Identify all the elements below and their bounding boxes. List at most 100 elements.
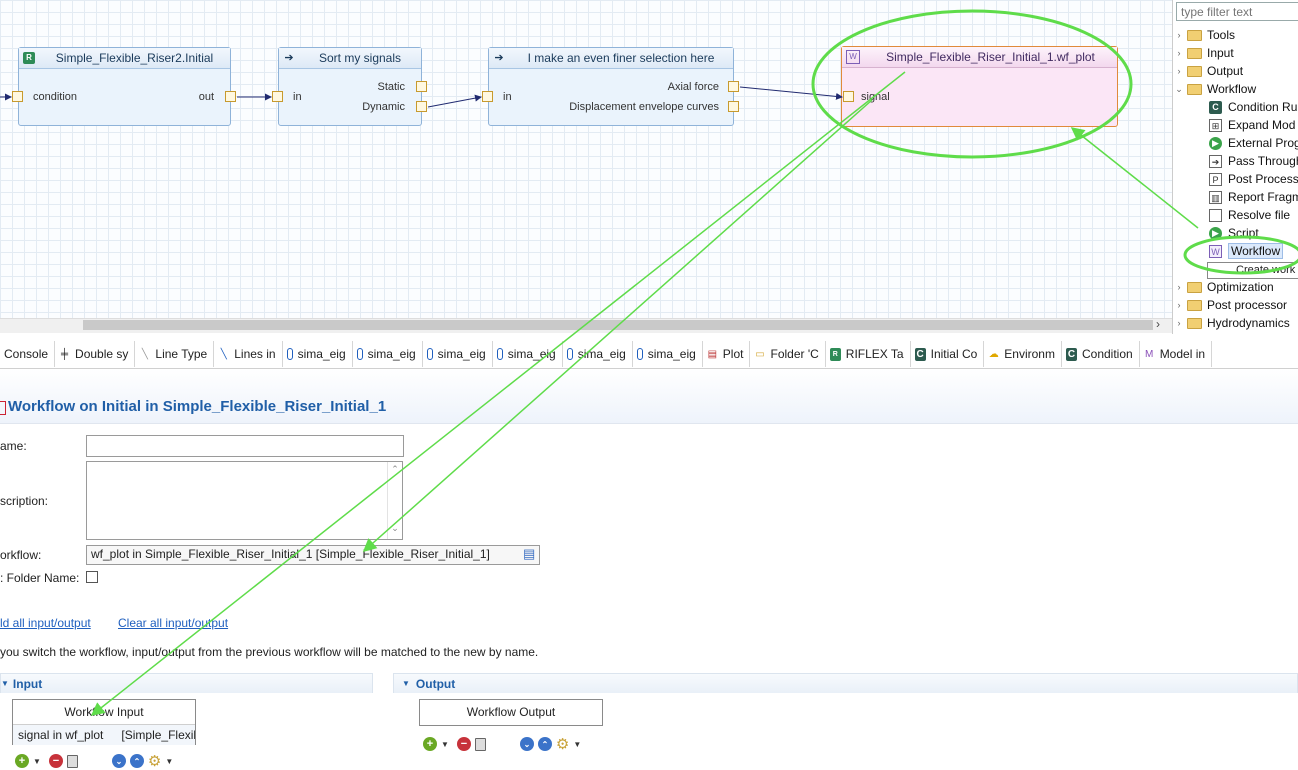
- chevron-right-icon[interactable]: ›: [1173, 300, 1185, 310]
- tab-environment[interactable]: ☁ Environm: [984, 341, 1062, 367]
- move-up-icon[interactable]: ⌃: [129, 754, 144, 768]
- tab-sima-eig-6[interactable]: sima_eig: [633, 341, 703, 367]
- chevron-down-icon[interactable]: ▼: [573, 740, 581, 749]
- chevron-right-icon[interactable]: ›: [1173, 30, 1185, 40]
- line-icon: ╲: [220, 348, 227, 360]
- folder-icon: [1187, 317, 1202, 329]
- description-scrollbar[interactable]: ⌃ ⌄: [387, 462, 402, 539]
- name-label: ame:: [0, 439, 27, 453]
- browse-workflow-icon[interactable]: ▤: [523, 546, 535, 562]
- chevron-down-icon[interactable]: ▼: [1, 679, 9, 688]
- tree-item-output[interactable]: › Output: [1173, 62, 1244, 80]
- tree-item-input[interactable]: › Input: [1173, 44, 1234, 62]
- tab-double-sy[interactable]: ╪ Double sy: [55, 341, 136, 367]
- add-all-io-link[interactable]: ld all input/output: [0, 616, 91, 630]
- delete-icon[interactable]: [474, 737, 486, 751]
- tab-condition[interactable]: C Condition: [1062, 341, 1140, 367]
- gear-icon[interactable]: ⚙: [556, 735, 569, 753]
- tab-sima-eig-5[interactable]: sima_eig: [563, 341, 633, 367]
- description-field[interactable]: [86, 461, 403, 540]
- tab-model-info[interactable]: M Model in: [1140, 341, 1213, 367]
- tree-item-expand[interactable]: ⊞ Expand Mod: [1209, 116, 1295, 134]
- condition-icon: C: [1065, 347, 1077, 361]
- add-icon[interactable]: +: [15, 754, 29, 768]
- move-up-icon[interactable]: ⌃: [537, 737, 552, 751]
- folder-name-checkbox[interactable]: [86, 571, 98, 583]
- tab-plot[interactable]: ▤ Plot: [703, 341, 751, 367]
- scroll-right-arrow-icon[interactable]: ›: [1156, 317, 1160, 331]
- tab-line-type[interactable]: ╲ Line Type: [135, 341, 215, 367]
- tab-sima-eig-1[interactable]: sima_eig: [283, 341, 353, 367]
- weather-icon: ☁: [988, 348, 999, 360]
- tree-item-post-processor-folder[interactable]: › Post processor: [1173, 296, 1288, 314]
- tree-item-tools[interactable]: › Tools: [1173, 26, 1236, 44]
- tab-folder[interactable]: ▭ Folder 'C: [750, 341, 826, 367]
- file-icon: [1209, 208, 1222, 222]
- input-toolbar: + ▼ − ⌄ ⌃ ⚙ ▼: [15, 752, 177, 770]
- gear-icon[interactable]: ⚙: [148, 752, 161, 770]
- move-down-icon[interactable]: ⌄: [519, 737, 534, 751]
- tree-item-hydrodynamics[interactable]: › Hydrodynamics: [1173, 314, 1290, 332]
- tab-sima-eig-4[interactable]: sima_eig: [493, 341, 563, 367]
- scrollbar-thumb[interactable]: [83, 320, 1153, 330]
- delete-icon[interactable]: [66, 754, 78, 768]
- tree-item-report-fragment[interactable]: ▥ Report Fragm: [1209, 188, 1298, 206]
- chevron-right-icon[interactable]: ›: [1173, 318, 1185, 328]
- info-text: you switch the workflow, input/output fr…: [0, 645, 539, 659]
- condition-icon: C: [1209, 100, 1222, 114]
- tree-item-external-program[interactable]: ▶ External Prog: [1209, 134, 1298, 152]
- editor-tab-bar: Console ╪ Double sy ╲ Line Type ╲ Lines in …: [0, 341, 1298, 369]
- tree-item-post-processor[interactable]: P Post Processe: [1209, 170, 1298, 188]
- chevron-right-icon[interactable]: ›: [1173, 282, 1185, 292]
- tree-item-pass-through[interactable]: ➔ Pass Through: [1209, 152, 1298, 170]
- chevron-down-icon[interactable]: ▼: [402, 679, 410, 688]
- tree-item-script[interactable]: ▶ Script: [1209, 224, 1259, 242]
- tab-lines-in[interactable]: ╲ Lines in: [214, 341, 283, 367]
- remove-icon[interactable]: −: [456, 737, 471, 751]
- chevron-right-icon[interactable]: ›: [1173, 66, 1185, 76]
- palette-filter-input[interactable]: [1176, 2, 1298, 21]
- tree-item-condition[interactable]: C Condition Ru: [1209, 98, 1297, 116]
- cylinder-icon: [426, 348, 433, 360]
- tab-sima-eig-2[interactable]: sima_eig: [353, 341, 423, 367]
- cylinder-icon: [356, 348, 363, 360]
- workflow-canvas[interactable]: R Simple_Flexible_Riser2.Initial conditio…: [0, 0, 1172, 318]
- workflow-input-table: Workflow Input signal in wf_plot [Simple…: [12, 699, 196, 745]
- chevron-down-icon[interactable]: ⌄: [1173, 84, 1185, 95]
- remove-icon[interactable]: −: [48, 754, 63, 768]
- cylinder-icon: [636, 348, 643, 360]
- output-section-header[interactable]: ▼ Output: [393, 673, 1298, 693]
- tab-console[interactable]: Console: [0, 341, 56, 367]
- workflow-editor-icon: [0, 401, 6, 415]
- tree-item-optimization[interactable]: › Optimization: [1173, 278, 1274, 296]
- move-down-icon[interactable]: ⌄: [111, 754, 126, 768]
- tree-item-workflow-folder[interactable]: ⌄ Workflow: [1173, 80, 1256, 98]
- chevron-down-icon[interactable]: ▼: [165, 757, 173, 766]
- cylinder-icon: [496, 348, 503, 360]
- workflow-field[interactable]: wf_plot in Simple_Flexible_Riser_Initial…: [86, 545, 540, 565]
- table-row[interactable]: signal in wf_plot [Simple_Flexil: [13, 725, 195, 745]
- folder-icon: [1187, 47, 1202, 59]
- folder-icon: ▭: [755, 348, 765, 360]
- chevron-down-icon[interactable]: ▼: [33, 757, 41, 766]
- folder-icon: [1187, 281, 1202, 293]
- tab-riflex[interactable]: R RIFLEX Ta: [826, 341, 911, 367]
- clear-all-io-link[interactable]: Clear all input/output: [118, 616, 228, 630]
- chevron-right-icon[interactable]: ›: [1173, 48, 1185, 58]
- add-icon[interactable]: +: [423, 737, 437, 751]
- tab-sima-eig-3[interactable]: sima_eig: [423, 341, 493, 367]
- tab-initial-condition[interactable]: C Initial Co: [911, 341, 985, 367]
- input-section-header[interactable]: ▼ Input: [0, 673, 373, 693]
- plot-icon: ▤: [707, 348, 718, 360]
- name-field[interactable]: [86, 435, 404, 457]
- node-connections: [0, 86, 843, 108]
- chevron-down-icon[interactable]: ▼: [441, 740, 449, 749]
- tree-item-workflow[interactable]: W Workflow: [1209, 242, 1284, 260]
- workflow-icon: W: [1209, 244, 1222, 258]
- folder-icon: [1187, 65, 1202, 77]
- folder-icon: [1187, 29, 1202, 41]
- doc-icon: P: [1209, 172, 1222, 186]
- line-icon: ╲: [141, 348, 148, 360]
- tree-item-resolve-file[interactable]: Resolve file: [1209, 206, 1290, 224]
- condition-icon: C: [914, 347, 926, 361]
